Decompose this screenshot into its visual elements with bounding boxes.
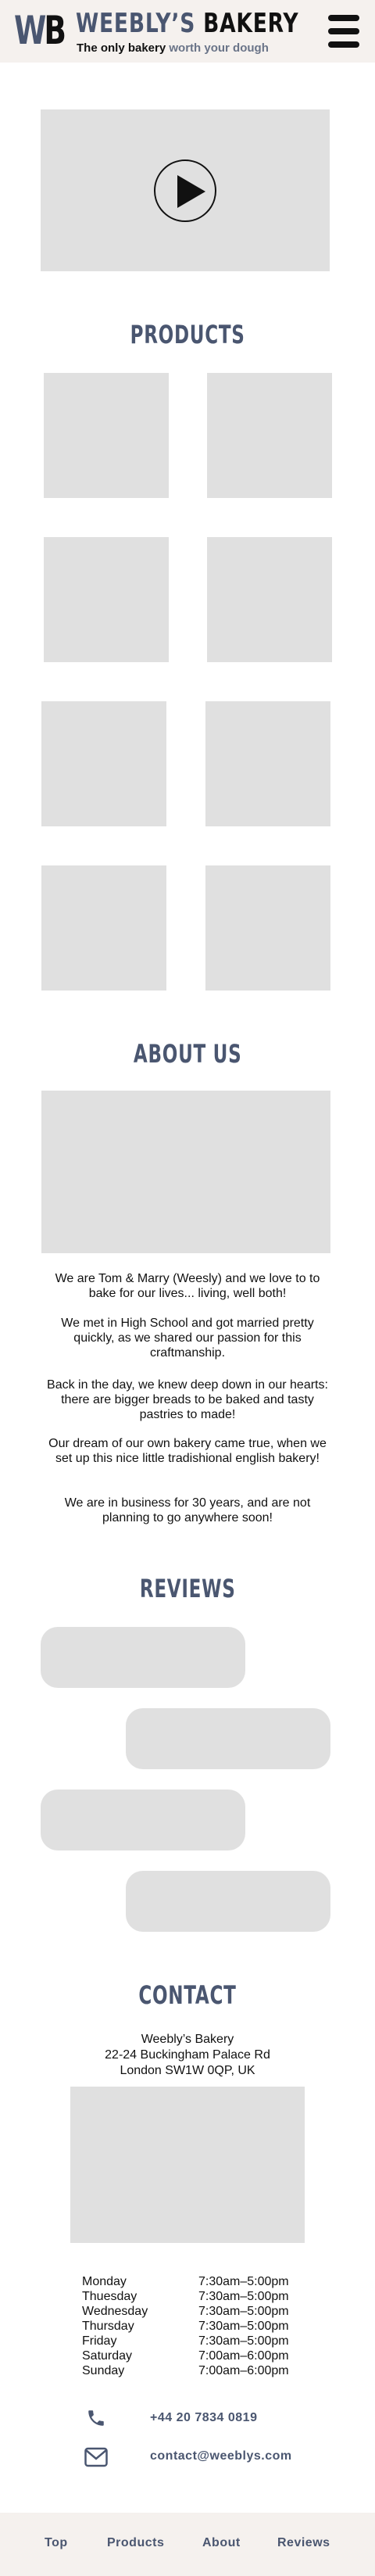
hours-row: Saturday 7:00am–6:00pm bbox=[82, 2348, 316, 2363]
hours-day: Monday bbox=[82, 2275, 127, 2288]
about-title: ABOUT US bbox=[133, 1039, 242, 1069]
hours-day: Saturday bbox=[82, 2349, 133, 2363]
phone-icon bbox=[88, 2410, 104, 2426]
hours-time: 7:30am–5:00pm bbox=[198, 2290, 289, 2303]
about-paragraph: Our dream of our own bakery came true, w… bbox=[48, 1437, 327, 1465]
about-paragraph: We are in business for 30 years, and are… bbox=[64, 1496, 311, 1524]
hours-day: Sunday bbox=[82, 2364, 125, 2377]
logo-w: W bbox=[14, 8, 46, 53]
about-image bbox=[41, 1091, 330, 1253]
hours-day: Friday bbox=[82, 2334, 117, 2348]
product-image[interactable] bbox=[207, 537, 332, 662]
hours-time: 7:00am–6:00pm bbox=[198, 2364, 289, 2377]
menu-icon[interactable] bbox=[328, 15, 359, 48]
play-icon[interactable] bbox=[154, 159, 216, 222]
about-paragraph: We met in High School and got married pr… bbox=[61, 1317, 314, 1360]
product-image[interactable] bbox=[44, 537, 169, 662]
hours-day: Thuesday bbox=[82, 2290, 138, 2303]
hours-row: Thuesday 7:30am–5:00pm bbox=[82, 2289, 316, 2304]
footer-link-products[interactable]: Products bbox=[107, 2536, 164, 2550]
phone-number[interactable]: +44 20 7834 0819 bbox=[150, 2411, 257, 2425]
tagline-part2: worth your dough bbox=[169, 41, 269, 55]
review-card bbox=[41, 1790, 245, 1850]
email-link[interactable]: contact@weeblys.com bbox=[84, 2445, 319, 2470]
hours-day: Wednesday bbox=[82, 2305, 148, 2318]
products-title: PRODUCTS bbox=[130, 320, 245, 349]
hours-time: 7:30am–5:00pm bbox=[198, 2275, 289, 2288]
logo[interactable]: WB bbox=[14, 8, 66, 53]
hours-time: 7:00am–6:00pm bbox=[198, 2349, 289, 2363]
address-city: London SW1W 0QP, UK bbox=[120, 2064, 255, 2077]
contact-title: CONTACT bbox=[138, 1980, 237, 2010]
map[interactable] bbox=[70, 2087, 305, 2243]
email-icon bbox=[84, 2447, 108, 2467]
product-image[interactable] bbox=[41, 701, 166, 826]
hours-row: Wednesday 7:30am–5:00pm bbox=[82, 2304, 316, 2319]
footer-link-reviews[interactable]: Reviews bbox=[277, 2536, 330, 2550]
video-player[interactable] bbox=[41, 109, 330, 271]
footer-nav: Top Products About Reviews bbox=[0, 2513, 375, 2576]
product-image[interactable] bbox=[44, 373, 169, 498]
hours-time: 7:30am–5:00pm bbox=[198, 2305, 289, 2318]
hours-row: Monday 7:30am–5:00pm bbox=[82, 2274, 316, 2289]
review-card bbox=[126, 1871, 330, 1932]
product-image[interactable] bbox=[205, 701, 330, 826]
footer-link-top[interactable]: Top bbox=[45, 2536, 68, 2550]
review-card bbox=[41, 1627, 245, 1688]
email-address[interactable]: contact@weeblys.com bbox=[150, 2449, 292, 2463]
footer-link-about[interactable]: About bbox=[202, 2536, 241, 2550]
reviews-title: REVIEWS bbox=[139, 1574, 236, 1603]
product-image[interactable] bbox=[207, 373, 332, 498]
logo-b: B bbox=[44, 8, 66, 53]
tagline: The only bakery worth your dough bbox=[77, 41, 269, 56]
hours-time: 7:30am–5:00pm bbox=[198, 2334, 289, 2348]
site-header: WB WEEBLY’S BAKERY The only bakery worth… bbox=[0, 0, 375, 63]
about-paragraph: We are Tom & Marry (Weesly) and we love … bbox=[55, 1272, 320, 1300]
business-name: Weebly’s Bakery bbox=[141, 2033, 234, 2046]
product-image[interactable] bbox=[205, 865, 330, 991]
hours-row: Sunday 7:00am–6:00pm bbox=[82, 2363, 316, 2378]
review-card bbox=[126, 1708, 330, 1769]
address-street: 22-24 Buckingham Palace Rd bbox=[105, 2048, 270, 2062]
hours-row: Thursday 7:30am–5:00pm bbox=[82, 2319, 316, 2334]
hours-time: 7:30am–5:00pm bbox=[198, 2320, 289, 2333]
brand-title-part2: BAKERY bbox=[203, 8, 299, 39]
phone-link[interactable]: +44 20 7834 0819 bbox=[84, 2406, 319, 2431]
tagline-part1: The only bakery bbox=[77, 41, 166, 55]
about-paragraph: Back in the day, we knew deep down in ou… bbox=[47, 1378, 328, 1421]
hours-row: Friday 7:30am–5:00pm bbox=[82, 2334, 316, 2348]
product-image[interactable] bbox=[41, 865, 166, 991]
brand-title: WEEBLY’S BAKERY bbox=[76, 8, 298, 39]
hours-day: Thursday bbox=[82, 2320, 134, 2333]
brand-title-part1: WEEBLY’S bbox=[76, 8, 196, 39]
